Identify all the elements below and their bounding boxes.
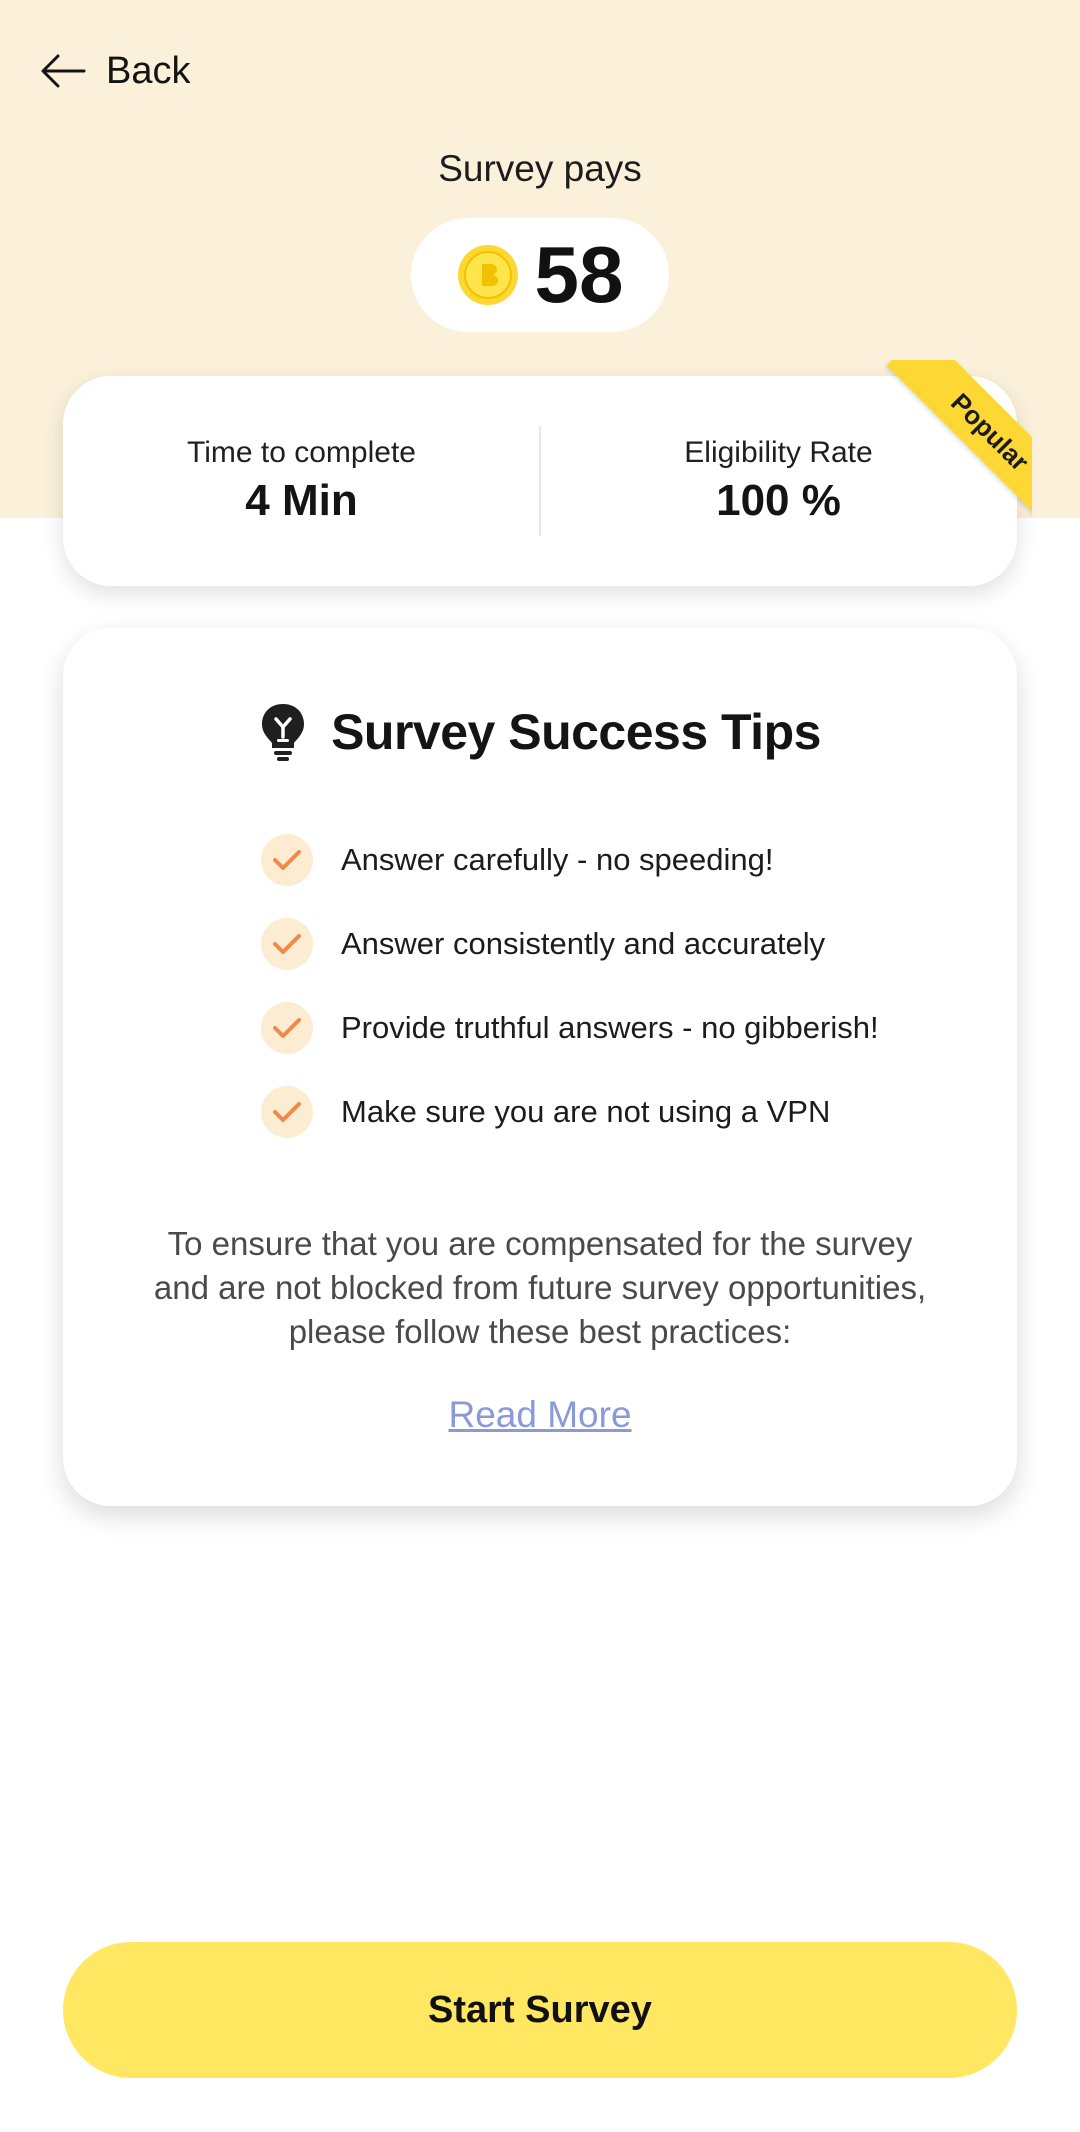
eligibility-rate-label: Eligibility Rate — [684, 436, 873, 469]
survey-stats-card: Time to complete 4 Min Eligibility Rate … — [63, 376, 1017, 586]
time-to-complete-label: Time to complete — [187, 436, 416, 469]
list-item: Make sure you are not using a VPN — [261, 1070, 879, 1154]
check-icon — [261, 834, 313, 886]
tip-text: Provide truthful answers - no gibberish! — [341, 1010, 879, 1045]
tips-title: Survey Success Tips — [331, 704, 821, 760]
list-item: Answer carefully - no speeding! — [261, 818, 879, 902]
reward-badge: 58 — [411, 218, 669, 332]
back-label: Back — [106, 49, 191, 92]
survey-pays-label: Survey pays — [438, 148, 642, 189]
tips-note: To ensure that you are compensated for t… — [153, 1225, 927, 1350]
back-button[interactable]: Back — [40, 46, 190, 96]
start-survey-button[interactable]: Start Survey — [63, 1942, 1017, 2078]
tip-text: Answer carefully - no speeding! — [341, 842, 774, 877]
time-to-complete-value: 4 Min — [245, 476, 358, 525]
tip-text: Answer consistently and accurately — [341, 926, 826, 961]
reward-amount: 58 — [534, 230, 624, 319]
read-more-link[interactable]: Read More — [63, 1394, 1017, 1436]
tip-text: Make sure you are not using a VPN — [341, 1094, 831, 1129]
tips-list: Answer carefully - no speeding! Answer c… — [261, 818, 879, 1154]
list-item: Answer consistently and accurately — [261, 902, 879, 986]
eligibility-rate-stat: Eligibility Rate 100 % — [540, 376, 1017, 586]
check-icon — [261, 1002, 313, 1054]
check-icon — [261, 1086, 313, 1138]
time-to-complete-stat: Time to complete 4 Min — [63, 376, 540, 586]
lightbulb-icon — [262, 704, 305, 761]
arrow-left-icon — [41, 54, 86, 88]
check-icon — [261, 918, 313, 970]
tips-header: Survey Success Tips — [63, 692, 1017, 772]
survey-tips-card: Survey Success Tips Answer carefully - n… — [63, 628, 1017, 1506]
list-item: Provide truthful answers - no gibberish! — [261, 986, 879, 1070]
coin-icon — [457, 245, 518, 305]
eligibility-rate-value: 100 % — [716, 476, 841, 525]
